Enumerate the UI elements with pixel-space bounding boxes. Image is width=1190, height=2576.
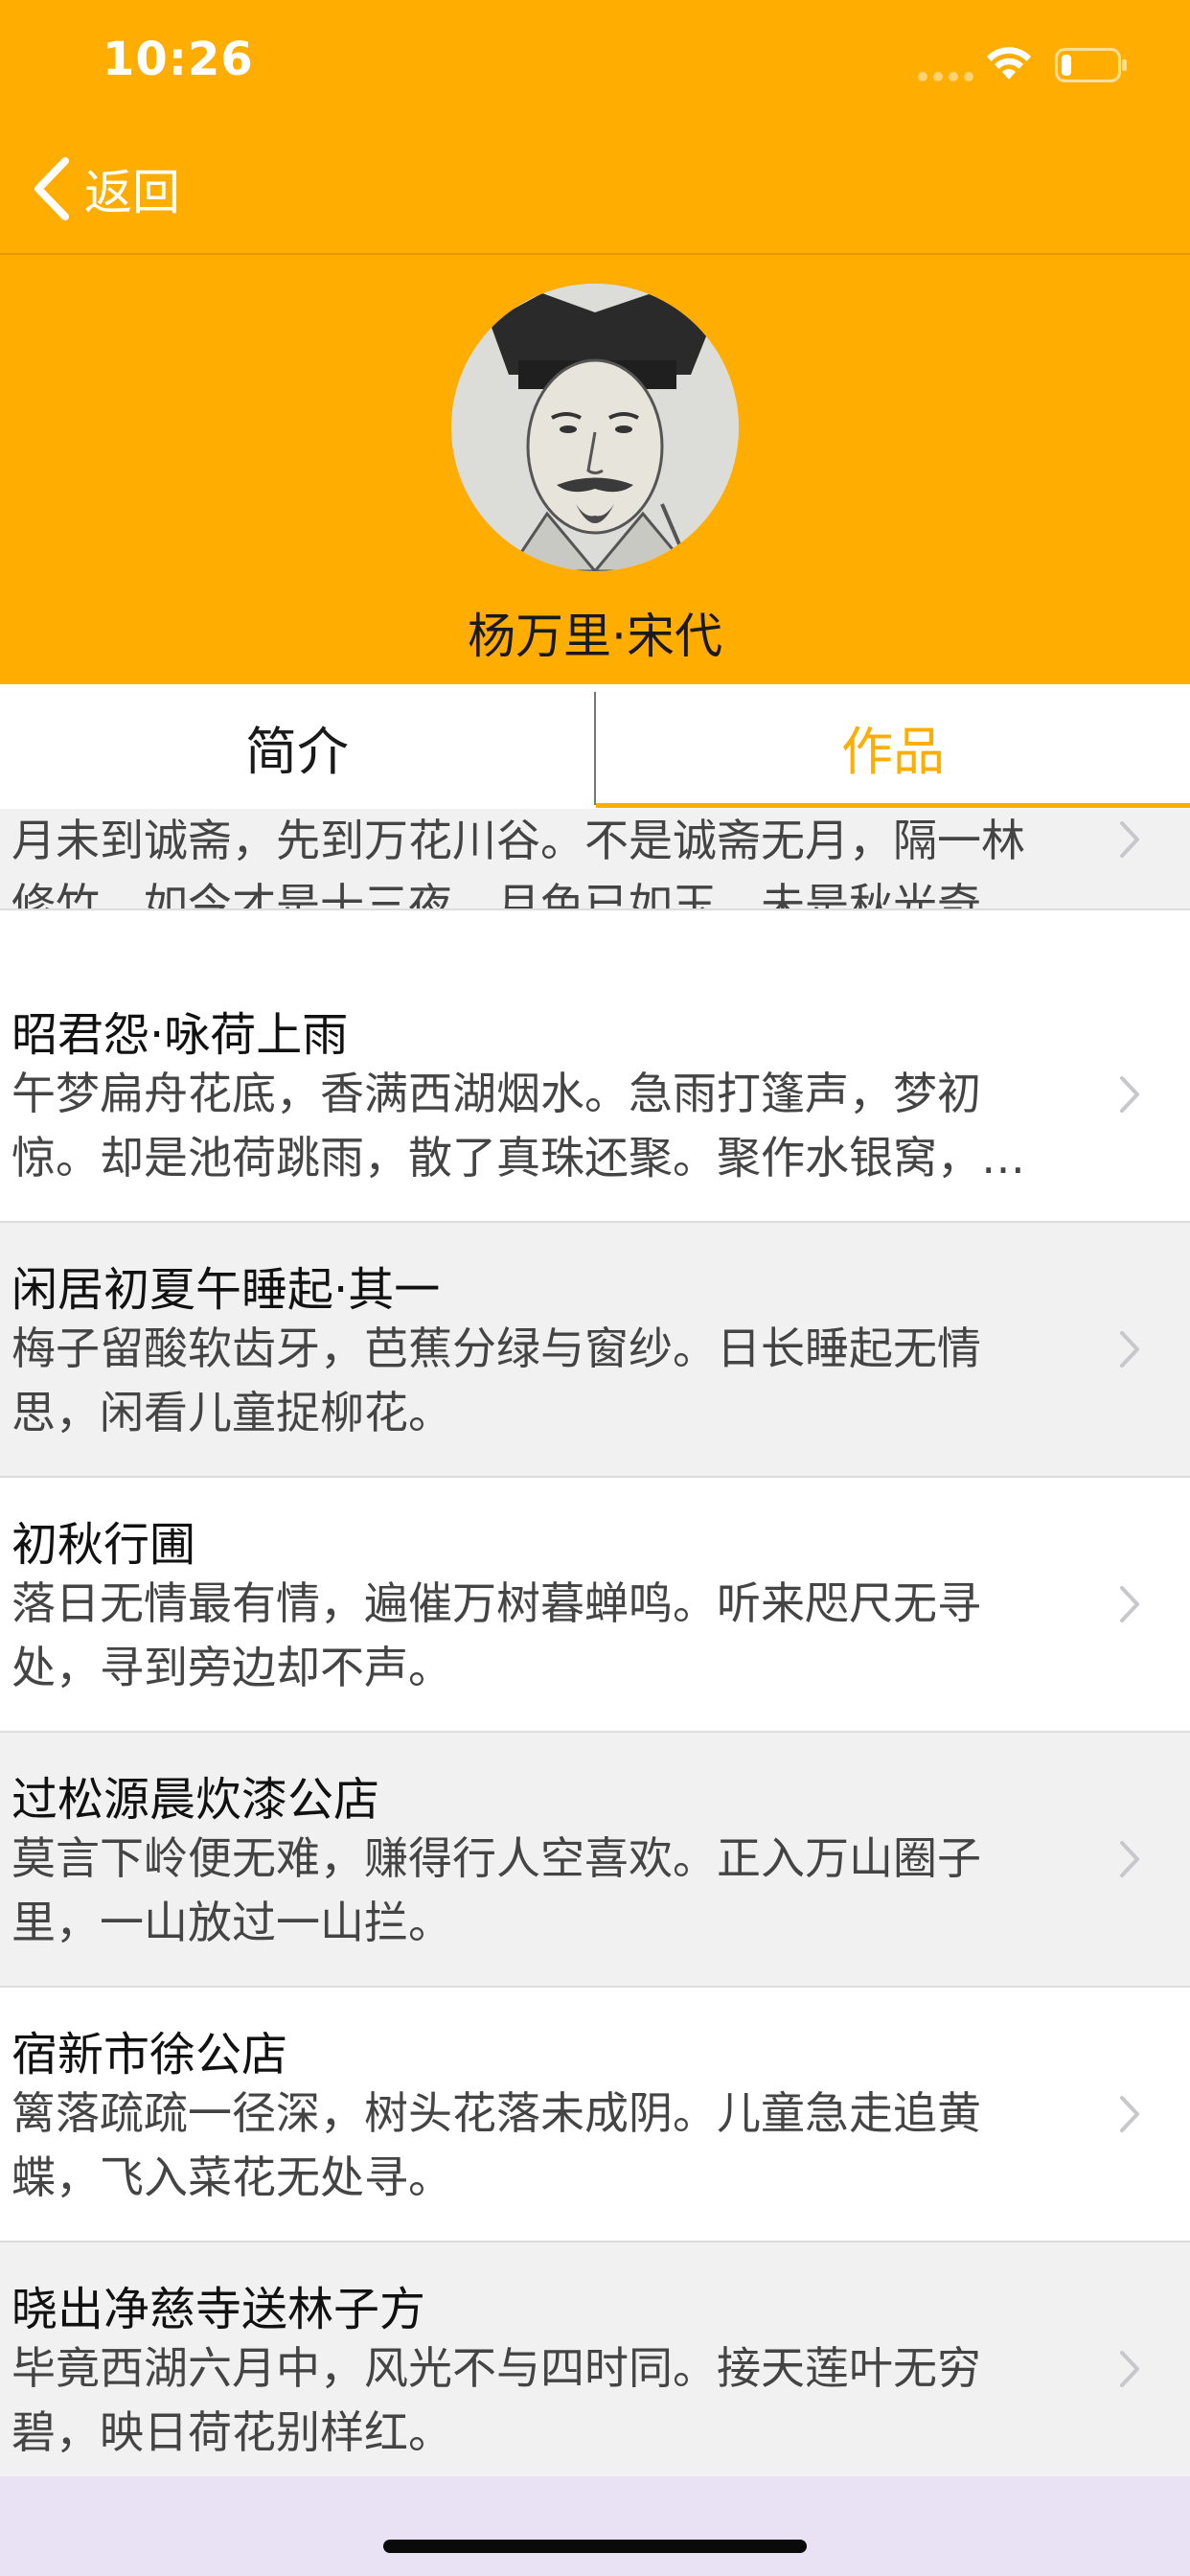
battery-icon xyxy=(1055,48,1127,82)
work-title: 昭君怨·咏荷上雨 xyxy=(11,1008,349,1062)
work-excerpt: 梅子留酸软齿牙，芭蕉分绿与窗纱。日长睡起无情思，闲看儿童捉柳花。 xyxy=(11,1322,981,1438)
works-list: 月未到诚斋，先到万花川谷。不是诚斋无月，隔一林修竹。如今才是十三夜，月色已如玉。… xyxy=(0,809,1190,2476)
work-excerpt: 午梦扁舟花底，香满西湖烟水。急雨打篷声，梦初惊。却是池荷跳雨，散了真珠还聚。聚作… xyxy=(11,1068,1025,1184)
work-title: 过松源晨炊漆公店 xyxy=(11,1773,380,1827)
back-button[interactable]: 返回 xyxy=(33,155,180,222)
work-excerpt: 落日无情最有情，遍催万树暮蝉鸣。听来咫尺无寻处，寻到旁边却不声。 xyxy=(11,1577,981,1693)
work-row[interactable]: 初秋行圃 落日无情最有情，遍催万树暮蝉鸣。听来咫尺无寻处，寻到旁边却不声。 xyxy=(0,1478,1190,1733)
home-indicator[interactable] xyxy=(383,2540,807,2553)
work-row[interactable]: 过松源晨炊漆公店 莫言下岭便无难，赚得行人空喜欢。正入万山圈子里，一山放过一山拦… xyxy=(0,1733,1190,1988)
selected-tab-indicator xyxy=(596,803,1190,808)
chevron-right-icon xyxy=(1120,1586,1139,1622)
work-row[interactable]: 昭君怨·咏荷上雨 午梦扁舟花底，香满西湖烟水。急雨打篷声，梦初惊。却是池荷跳雨，… xyxy=(0,968,1190,1223)
poet-portrait-image xyxy=(451,284,739,571)
tab-works[interactable]: 作品 xyxy=(596,684,1190,809)
back-label: 返回 xyxy=(84,165,180,220)
home-indicator-area xyxy=(0,2476,1190,2576)
navigation-bar: 返回 xyxy=(0,144,1190,255)
chevron-right-icon xyxy=(1120,1841,1139,1877)
segment-tabs: 简介 作品 xyxy=(0,684,1190,809)
work-excerpt: 篱落疏疏一径深，树头花落未成阴。儿童急走追黄蝶，飞入菜花无处寻。 xyxy=(11,2087,981,2203)
work-title: 闲居初夏午睡起·其一 xyxy=(11,1263,441,1317)
work-excerpt: 月未到诚斋，先到万花川谷。不是诚斋无月，隔一林修竹。如今才是十三夜，月色已如玉。… xyxy=(11,815,1025,910)
poet-avatar xyxy=(451,284,739,571)
status-time: 10:26 xyxy=(103,33,254,86)
work-excerpt: 莫言下岭便无难，赚得行人空喜欢。正入万山圈子里，一山放过一山拦。 xyxy=(11,1832,981,1948)
work-row[interactable]: 宿新市徐公店 篱落疏疏一径深，树头花落未成阴。儿童急走追黄蝶，飞入菜花无处寻。 xyxy=(0,1988,1190,2242)
chevron-right-icon xyxy=(1120,2096,1139,2132)
wifi-icon xyxy=(987,47,1031,80)
work-excerpt: 毕竟西湖六月中，风光不与四时同。接天莲叶无穷碧，映日荷花别样红。 xyxy=(11,2342,981,2458)
work-title: 初秋行圃 xyxy=(11,1518,196,1572)
chevron-left-icon xyxy=(34,157,69,220)
tab-intro[interactable]: 简介 xyxy=(0,684,594,809)
poet-name: 杨万里·宋代 xyxy=(468,609,722,664)
work-title: 宿新市徐公店 xyxy=(11,2028,288,2082)
work-row[interactable]: 月未到诚斋，先到万花川谷。不是诚斋无月，隔一林修竹。如今才是十三夜，月色已如玉。… xyxy=(0,809,1190,910)
status-bar: 10:26 xyxy=(0,0,1190,144)
work-row[interactable]: 晓出净慈寺送林子方 毕竟西湖六月中，风光不与四时同。接天莲叶无穷碧，映日荷花别样… xyxy=(0,2242,1190,2476)
chevron-right-icon xyxy=(1120,1331,1139,1368)
chevron-right-icon xyxy=(1120,1076,1139,1113)
cellular-signal-icon xyxy=(918,72,975,83)
poet-profile-header: 杨万里·宋代 xyxy=(0,255,1190,684)
work-row[interactable]: 闲居初夏午睡起·其一 梅子留酸软齿牙，芭蕉分绿与窗纱。日长睡起无情思，闲看儿童捉… xyxy=(0,1223,1190,1478)
chevron-right-icon xyxy=(1120,2351,1139,2387)
chevron-right-icon xyxy=(1120,821,1139,858)
work-title: 晓出净慈寺送林子方 xyxy=(11,2283,426,2336)
